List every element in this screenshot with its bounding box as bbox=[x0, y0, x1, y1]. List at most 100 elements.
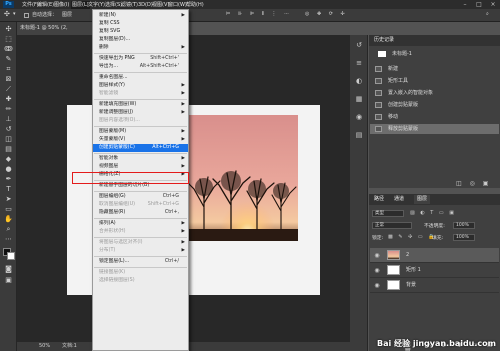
type-tool-icon[interactable]: T bbox=[3, 184, 14, 194]
minimize-icon[interactable]: – bbox=[458, 1, 472, 8]
crop-tool-icon[interactable]: ⌗ bbox=[3, 64, 14, 74]
history-item[interactable]: 移动 bbox=[370, 112, 499, 122]
menu-item[interactable]: 取消图层编组(U) Shift+Ctrl+G bbox=[93, 201, 188, 209]
menu-item[interactable]: 图层编组(G) Ctrl+G bbox=[93, 193, 188, 201]
chevron-down-icon[interactable]: ▾ bbox=[13, 11, 16, 18]
menubar-item[interactable]: 选择(S) bbox=[105, 1, 122, 9]
opacity-field[interactable]: 100% bbox=[453, 222, 475, 229]
menu-item[interactable]: 新建填充图层(W) ▶ bbox=[93, 101, 188, 109]
eyedropper-tool-icon[interactable]: ⟋ bbox=[3, 84, 14, 94]
more-tools-icon[interactable]: ⋯ bbox=[3, 234, 14, 244]
menubar-item[interactable]: 窗口(W) bbox=[168, 1, 187, 9]
menu-item[interactable]: 快速导出为 PNG Shift+Ctrl+' bbox=[93, 55, 188, 63]
swatches-icon[interactable]: ▦ bbox=[354, 94, 364, 104]
clone-stamp-icon[interactable]: ⊥ bbox=[3, 114, 14, 124]
menubar-item[interactable]: 滤镜(T) bbox=[121, 1, 138, 9]
align-icons[interactable]: ⊨ ⊪ ⊫ ⫴ ⋮ ⋯ bbox=[226, 11, 292, 18]
color-icon[interactable]: ◉ bbox=[354, 112, 364, 122]
menu-item[interactable]: 将图层与选区对齐(I) ▶ bbox=[93, 239, 188, 247]
blur-tool-icon[interactable]: ◆ bbox=[3, 154, 14, 164]
menubar-item[interactable]: 视图(V) bbox=[152, 1, 169, 9]
menubar-item[interactable]: 图像(I) bbox=[54, 1, 69, 9]
history-item[interactable]: 释放剪贴蒙版 bbox=[370, 124, 499, 134]
path-select-icon[interactable]: ➤ bbox=[3, 194, 14, 204]
background-color-swatch[interactable] bbox=[7, 252, 15, 260]
lasso-tool-icon[interactable]: ↂ bbox=[3, 44, 14, 54]
eye-icon[interactable]: ◉ bbox=[373, 252, 381, 260]
menu-item[interactable]: 图层蒙版(M) ▶ bbox=[93, 128, 188, 136]
menu-item[interactable]: 矢量蒙版(V) ▶ bbox=[93, 136, 188, 144]
snapshot-label[interactable]: 未标题-1 bbox=[392, 50, 412, 58]
move-tool-icon[interactable]: ✣ bbox=[4, 11, 10, 18]
zoom-tool-icon[interactable]: ⌕ bbox=[3, 224, 14, 234]
gradient-tool-icon[interactable]: ▤ bbox=[3, 144, 14, 154]
screen-mode-icon[interactable]: ▣ bbox=[3, 275, 14, 285]
history-item[interactable]: 置入嵌入的智能对象 bbox=[370, 88, 499, 98]
menu-item[interactable]: 新建调整图层(J) ▶ bbox=[93, 109, 188, 117]
history-actions[interactable]: ◫ ◎ ▣ bbox=[456, 180, 491, 187]
layer-filter-dropdown[interactable]: 类型 bbox=[372, 210, 404, 217]
eraser-tool-icon[interactable]: ◫ bbox=[3, 134, 14, 144]
menu-item[interactable]: 链接图层(K) bbox=[93, 269, 188, 277]
layers-panel-tab[interactable]: 图层 bbox=[414, 195, 431, 204]
menubar-item[interactable]: 文字(Y) bbox=[88, 1, 105, 9]
menubar-item[interactable]: 图层(L) bbox=[71, 1, 90, 9]
blend-mode-dropdown[interactable]: 正常 bbox=[372, 222, 412, 229]
menu-item[interactable]: 删除 ▶ bbox=[93, 44, 188, 52]
history-panel-icon[interactable]: ↺ bbox=[354, 40, 364, 50]
menu-item[interactable]: 锁定图层(L)... Ctrl+/ bbox=[93, 258, 188, 266]
properties-icon[interactable]: ≡ bbox=[354, 58, 364, 68]
dodge-tool-icon[interactable]: ● bbox=[3, 164, 14, 174]
menu-item[interactable]: 创建剪贴蒙版(C) Alt+Ctrl+G bbox=[93, 144, 188, 152]
menubar-item[interactable]: 帮助(H) bbox=[186, 1, 204, 9]
layers-panel-tab[interactable]: 通道 bbox=[394, 195, 404, 204]
adjustments-icon[interactable]: ◐ bbox=[354, 76, 364, 86]
marquee-tool-icon[interactable]: ⬚ bbox=[3, 34, 14, 44]
history-brush-icon[interactable]: ↺ bbox=[3, 124, 14, 134]
healing-brush-icon[interactable]: ✚ bbox=[3, 94, 14, 104]
menu-item[interactable]: 选择链接图层(S) bbox=[93, 277, 188, 285]
shape-tool-icon[interactable]: ▭ bbox=[3, 204, 14, 214]
quick-mask-icon[interactable]: ◙ bbox=[3, 264, 14, 274]
auto-select-checkbox[interactable] bbox=[24, 13, 29, 18]
menu-item[interactable]: 智能滤镜 ▶ bbox=[93, 90, 188, 98]
libraries-icon[interactable]: ▤ bbox=[354, 130, 364, 140]
eye-icon[interactable]: ◉ bbox=[373, 282, 381, 290]
close-icon[interactable]: × bbox=[486, 1, 500, 8]
menu-item[interactable]: 导出为... Alt+Shift+Ctrl+' bbox=[93, 63, 188, 71]
quick-select-tool-icon[interactable]: ✎ bbox=[3, 54, 14, 64]
history-item[interactable]: 创建剪贴蒙版 bbox=[370, 100, 499, 110]
history-item[interactable]: 新建 bbox=[370, 64, 499, 74]
move-tool-icon[interactable]: ✣ bbox=[3, 24, 14, 34]
menu-item[interactable]: 复制 CSS bbox=[93, 20, 188, 28]
menu-item[interactable]: 复制 SVG bbox=[93, 28, 188, 36]
search-icon[interactable]: ⌕ bbox=[486, 11, 489, 18]
filter-icons[interactable]: ▨ ◐ T ▭ ▣ bbox=[410, 210, 456, 216]
menu-item[interactable]: 排列(A) ▶ bbox=[93, 220, 188, 228]
history-item[interactable]: 矩形工具 bbox=[370, 76, 499, 86]
maximize-icon[interactable]: □ bbox=[472, 1, 486, 8]
3d-mode-icons[interactable]: ◎ ✥ ⟳ ✢ bbox=[305, 11, 348, 18]
menu-item[interactable]: 隐藏图层(R) Ctrl+, bbox=[93, 209, 188, 217]
layers-panel-tab[interactable]: 路径 bbox=[374, 195, 384, 204]
auto-select-dropdown[interactable]: 图层 bbox=[62, 12, 72, 19]
menu-item[interactable]: 图层内容选项(O)... bbox=[93, 117, 188, 125]
fill-field[interactable]: 100% bbox=[453, 234, 475, 241]
menu-item[interactable]: 新建(N) ▶ bbox=[93, 12, 188, 20]
menubar-item[interactable]: 编辑(E) bbox=[37, 1, 54, 9]
history-tab[interactable]: 历史记录 bbox=[374, 36, 394, 45]
pen-tool-icon[interactable]: ✒ bbox=[3, 174, 14, 184]
menu-item[interactable]: 智能对象 ▶ bbox=[93, 155, 188, 163]
zoom-level[interactable]: 50% bbox=[39, 342, 50, 351]
menubar-item[interactable]: 3D(D) bbox=[138, 1, 153, 9]
eye-icon[interactable]: ◉ bbox=[373, 267, 381, 275]
menu-item[interactable]: 图层样式(Y) ▶ bbox=[93, 82, 188, 90]
menu-item[interactable]: 重命名图层... bbox=[93, 74, 188, 82]
menu-item[interactable]: 合并形状(H) ▶ bbox=[93, 228, 188, 236]
frame-tool-icon[interactable]: ⊠ bbox=[3, 74, 14, 84]
hand-tool-icon[interactable]: ✋ bbox=[3, 214, 14, 224]
brush-tool-icon[interactable]: ✏ bbox=[3, 104, 14, 114]
menu-item[interactable]: 分布(T) ▶ bbox=[93, 247, 188, 255]
menu-item[interactable]: 复制图层(D)... bbox=[93, 36, 188, 44]
lock-icons[interactable]: ▩ ✎ ✣ ▭ 🔒 bbox=[388, 234, 436, 240]
